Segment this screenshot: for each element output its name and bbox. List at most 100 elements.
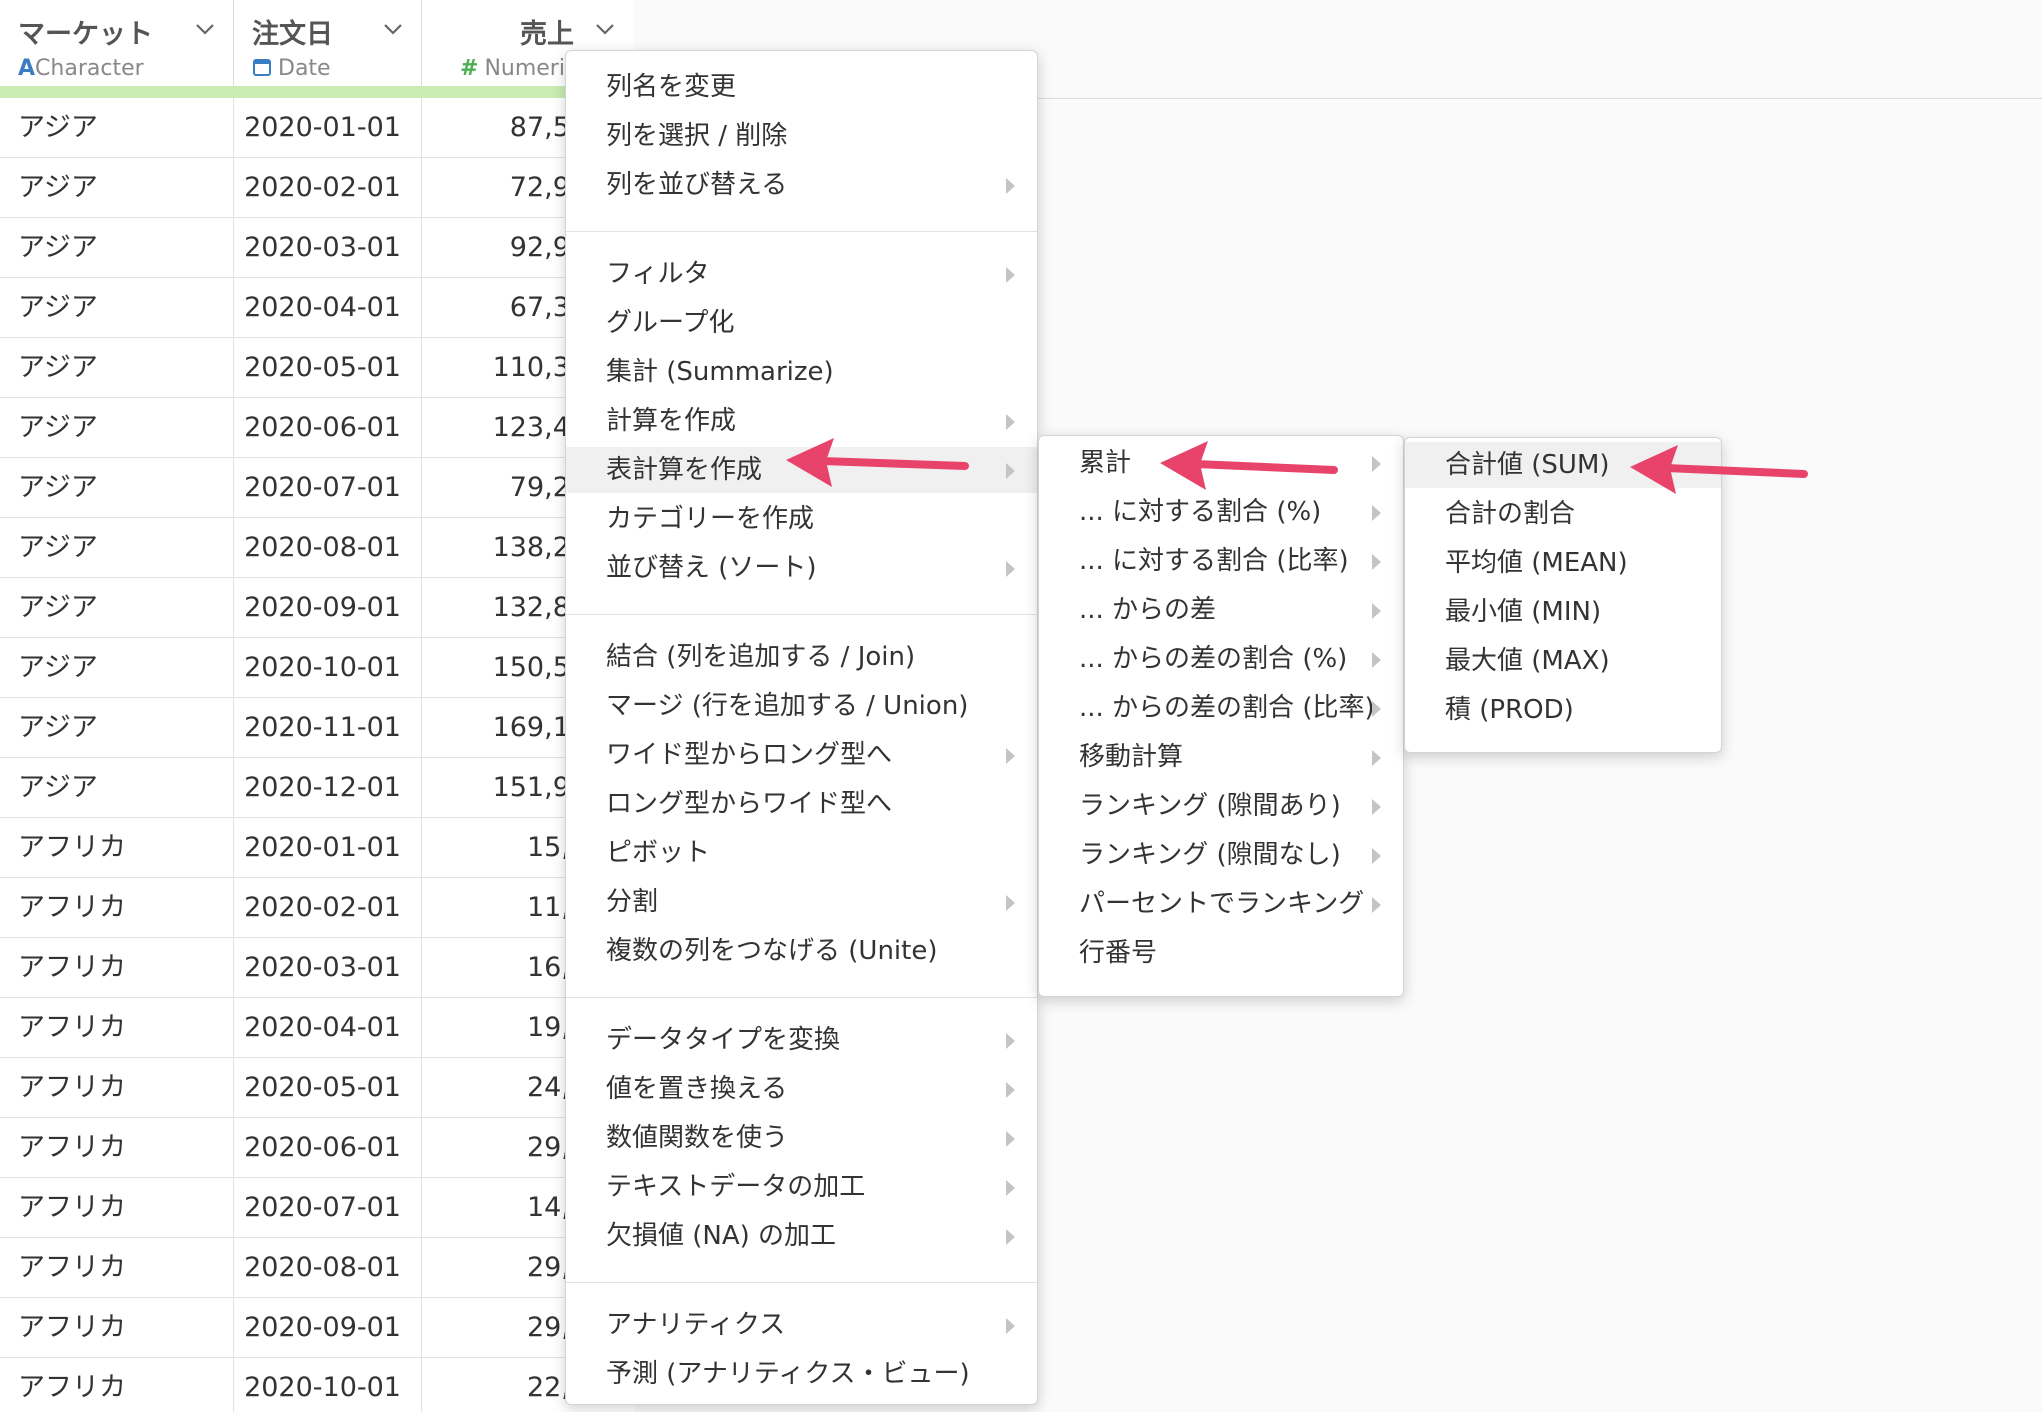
table-row[interactable]: アフリカ2020-01-0115,144. bbox=[0, 818, 634, 878]
table-row[interactable]: アジア 2020-05-01 110,334.7 bbox=[0, 338, 634, 398]
table-row[interactable]: アフリカ2020-07-0114,093. bbox=[0, 1178, 634, 1238]
submenu-arrow-icon bbox=[1006, 267, 1015, 283]
cell-order-date: 2020-07-01 bbox=[234, 458, 422, 518]
table-row[interactable]: アフリカ2020-06-0129,662. bbox=[0, 1118, 634, 1178]
menu-item-label: ピボット bbox=[606, 838, 711, 868]
chevron-down-icon[interactable] bbox=[594, 18, 616, 40]
menu-item[interactable]: ピボット bbox=[566, 830, 1037, 876]
cell-market: アジア bbox=[0, 338, 234, 398]
table-row[interactable]: アジア2020-04-0167,362.9 bbox=[0, 278, 634, 338]
cumulative-menu-item[interactable]: 合計の割合 bbox=[1405, 491, 1721, 537]
table-row[interactable]: アフリカ2020-08-0129,628. bbox=[0, 1238, 634, 1298]
data-grid: マーケット ACharacter 注文日 Date 売上 # Numeric アジ… bbox=[0, 0, 634, 1412]
table-row[interactable]: アジア2020-07-0179,234.2 bbox=[0, 458, 634, 518]
menu-item[interactable]: 列を並び替える bbox=[566, 162, 1037, 208]
cell-market: アフリカ bbox=[0, 878, 234, 938]
table-row[interactable]: アジア2020-01-0187,521.5 bbox=[0, 98, 634, 158]
menu-item-label: 列を選択 / 削除 bbox=[606, 121, 788, 151]
table-calc-menu-item[interactable]: ... に対する割合 (%) bbox=[1039, 489, 1403, 535]
table-row[interactable]: アジア 2020-11-01 169,199.7 bbox=[0, 698, 634, 758]
menu-item-label: 合計の割合 bbox=[1445, 499, 1576, 529]
menu-item[interactable]: ワイド型からロング型へ bbox=[566, 732, 1037, 778]
cumulative-submenu: 合計値 (SUM) 合計の割合平均値 (MEAN) 最小値 (MIN) 最大値 (MA… bbox=[1404, 437, 1722, 753]
column-type: ACharacter bbox=[18, 56, 144, 81]
menu-item[interactable]: 並び替え (ソート) bbox=[566, 545, 1037, 591]
submenu-arrow-icon bbox=[1006, 895, 1015, 911]
cell-order-date: 2020-08-01 bbox=[234, 518, 422, 578]
cumulative-menu-item[interactable]: 合計値 (SUM) bbox=[1405, 442, 1721, 488]
menu-item[interactable]: フィルタ bbox=[566, 251, 1037, 297]
menu-item[interactable]: テキストデータの加工 bbox=[566, 1164, 1037, 1210]
cumulative-menu-item[interactable]: 積 (PROD) bbox=[1405, 687, 1721, 733]
table-row[interactable]: アジア2020-02-0172,938.3 bbox=[0, 158, 634, 218]
menu-item-label: グループ化 bbox=[606, 308, 735, 338]
submenu-arrow-icon bbox=[1006, 1033, 1015, 1049]
menu-item-label: テキストデータの加工 bbox=[606, 1172, 866, 1202]
chevron-down-icon[interactable] bbox=[382, 18, 404, 40]
table-row[interactable]: アフリカ2020-03-0116,873. bbox=[0, 938, 634, 998]
table-row[interactable]: アジア 2020-08-01 138,231.6 bbox=[0, 518, 634, 578]
menu-item[interactable]: 予測 (アナリティクス・ビュー) bbox=[566, 1351, 1037, 1397]
menu-item[interactable]: 結合 (列を追加する / Join) bbox=[566, 634, 1037, 680]
table-calc-menu-item[interactable]: ... からの差の割合 (%) bbox=[1039, 636, 1403, 682]
menu-item-label: 値を置き換える bbox=[606, 1074, 788, 1104]
table-row[interactable]: アフリカ2020-04-0119,211. bbox=[0, 998, 634, 1058]
character-type-icon: A bbox=[18, 56, 36, 81]
table-calc-menu-item[interactable]: 行番号 bbox=[1039, 930, 1403, 976]
cumulative-menu-item[interactable]: 最小値 (MIN) bbox=[1405, 589, 1721, 635]
menu-item[interactable]: 列名を変更 bbox=[566, 64, 1037, 110]
table-row[interactable]: アフリカ2020-05-0124,475. bbox=[0, 1058, 634, 1118]
menu-item[interactable]: マージ (行を追加する / Union) bbox=[566, 683, 1037, 729]
menu-item[interactable]: 複数の列をつなげる (Unite) bbox=[566, 928, 1037, 974]
menu-item-label: パーセントでランキング bbox=[1079, 889, 1365, 919]
column-header-market[interactable]: マーケット ACharacter bbox=[0, 0, 234, 88]
table-row[interactable]: アジア 2020-10-01 150,596.4 bbox=[0, 638, 634, 698]
cell-order-date: 2020-09-01 bbox=[234, 578, 422, 638]
table-calc-menu-item[interactable]: ... に対する割合 (比率) bbox=[1039, 538, 1403, 584]
table-row[interactable]: アジア 2020-06-01 123,429.1 bbox=[0, 398, 634, 458]
table-calc-menu-item[interactable]: パーセントでランキング bbox=[1039, 881, 1403, 927]
chevron-down-icon[interactable] bbox=[194, 18, 216, 40]
menu-item[interactable]: 欠損値 (NA) の加工 bbox=[566, 1213, 1037, 1259]
menu-item-label: カテゴリーを作成 bbox=[606, 504, 815, 534]
cumulative-menu-item[interactable]: 最大値 (MAX) bbox=[1405, 638, 1721, 684]
cell-market: アフリカ bbox=[0, 1178, 234, 1238]
cumulative-menu-item[interactable]: 平均値 (MEAN) bbox=[1405, 540, 1721, 586]
table-row[interactable]: アフリカ2020-10-0122,662. bbox=[0, 1358, 634, 1412]
menu-item[interactable]: カテゴリーを作成 bbox=[566, 496, 1037, 542]
table-calc-menu-item[interactable]: 移動計算 bbox=[1039, 734, 1403, 780]
table-calc-menu-item[interactable]: 累計 bbox=[1039, 440, 1403, 486]
menu-item-label: ... に対する割合 (%) bbox=[1079, 497, 1322, 527]
table-calc-menu-item[interactable]: ... からの差 bbox=[1039, 587, 1403, 633]
cell-market: アジア bbox=[0, 578, 234, 638]
table-row[interactable]: アジア 2020-09-01 132,860.4 bbox=[0, 578, 634, 638]
table-calc-menu-item[interactable]: ランキング (隙間あり) bbox=[1039, 783, 1403, 829]
table-calc-menu-item[interactable]: ランキング (隙間なし) bbox=[1039, 832, 1403, 878]
menu-item[interactable]: 値を置き換える bbox=[566, 1066, 1037, 1112]
menu-item[interactable]: データタイプを変換 bbox=[566, 1017, 1037, 1063]
table-row[interactable]: アフリカ2020-02-0111,094. bbox=[0, 878, 634, 938]
menu-item[interactable]: グループ化 bbox=[566, 300, 1037, 346]
table-row[interactable]: アフリカ2020-09-0129,472. bbox=[0, 1298, 634, 1358]
menu-item[interactable]: 集計 (Summarize) bbox=[566, 349, 1037, 395]
cell-market: アジア bbox=[0, 458, 234, 518]
column-context-menu: 列名を変更列を選択 / 削除 列を並び替えるフィルタグループ化集計 (Summar… bbox=[565, 50, 1038, 1405]
cell-market: アジア bbox=[0, 758, 234, 818]
menu-item[interactable]: 列を選択 / 削除 bbox=[566, 113, 1037, 159]
menu-item[interactable]: ロング型からワイド型へ bbox=[566, 781, 1037, 827]
menu-item[interactable]: アナリティクス bbox=[566, 1302, 1037, 1348]
menu-item[interactable]: 表計算を作成 bbox=[566, 447, 1037, 493]
menu-item-label: 列を並び替える bbox=[606, 170, 788, 200]
column-name: 売上 bbox=[520, 19, 574, 50]
table-calculation-submenu: 累計 ... に対する割合 (%) ... に対する割合 (比率) ... からの差.… bbox=[1038, 435, 1404, 997]
cell-order-date: 2020-01-01 bbox=[234, 98, 422, 158]
menu-item[interactable]: 計算を作成 bbox=[566, 398, 1037, 444]
table-row[interactable]: アジア 2020-12-01 151,947.1 bbox=[0, 758, 634, 818]
table-row[interactable]: アジア2020-03-0192,979.0 bbox=[0, 218, 634, 278]
cell-market: アフリカ bbox=[0, 998, 234, 1058]
table-calc-menu-item[interactable]: ... からの差の割合 (比率) bbox=[1039, 685, 1403, 731]
menu-item[interactable]: 数値関数を使う bbox=[566, 1115, 1037, 1161]
cell-order-date: 2020-06-01 bbox=[234, 1118, 422, 1178]
menu-item[interactable]: 分割 bbox=[566, 879, 1037, 925]
column-header-order-date[interactable]: 注文日 Date bbox=[234, 0, 422, 88]
